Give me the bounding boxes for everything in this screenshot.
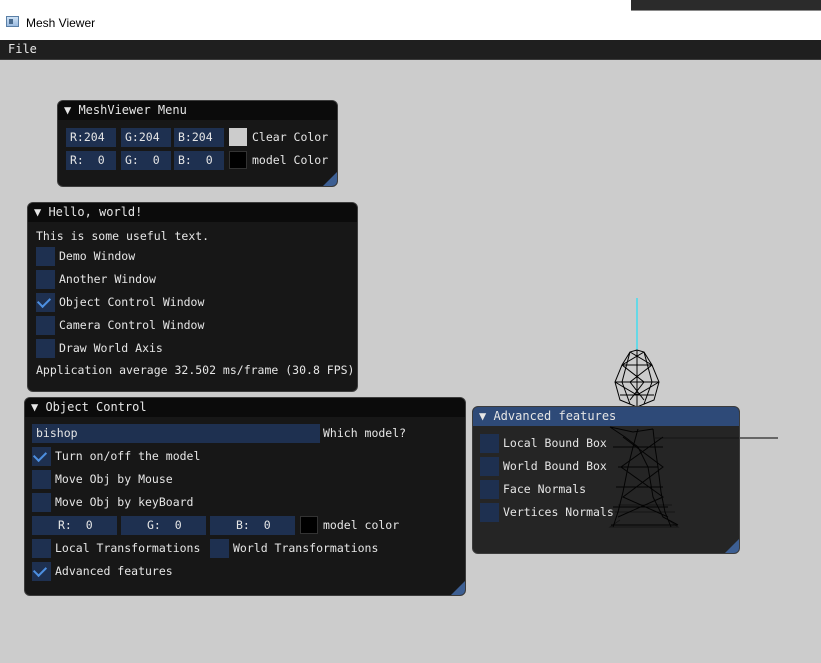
clear-color-g[interactable]: G:204 <box>121 128 171 147</box>
mesh-behind-window <box>609 426 679 528</box>
model-name-input[interactable]: bishop <box>32 424 320 443</box>
world-transform-checkbox[interactable] <box>210 539 229 558</box>
demo-window-label: Demo Window <box>59 249 136 263</box>
world-bound-box-checkbox[interactable] <box>480 457 499 476</box>
model-color-label-obj: model color <box>323 518 400 532</box>
hello-world-title[interactable]: ▼ Hello, world! <box>28 203 357 222</box>
resize-grip[interactable] <box>451 581 465 595</box>
fps-status: Application average 32.502 ms/frame (30.… <box>36 363 355 377</box>
face-normals-checkbox[interactable] <box>480 480 499 499</box>
clear-color-r[interactable]: R:204 <box>66 128 116 147</box>
model-color-label: model Color <box>252 153 329 167</box>
model-color-r-field[interactable]: R: 0 <box>32 516 117 535</box>
hello-world-window[interactable]: ▼ Hello, world! This is some useful text… <box>27 202 358 392</box>
model-color-r[interactable]: R: 0 <box>66 151 116 170</box>
advanced-features-checkbox[interactable] <box>32 562 51 581</box>
model-color-g[interactable]: G: 0 <box>121 151 171 170</box>
camera-control-window-checkbox[interactable] <box>36 316 55 335</box>
world-transform-label: World Transformations <box>233 541 379 555</box>
model-color-swatch[interactable] <box>229 151 247 169</box>
model-color-b-field[interactable]: B: 0 <box>210 516 295 535</box>
local-transform-label: Local Transformations <box>55 541 201 555</box>
object-control-title[interactable]: ▼ Object Control <box>25 398 465 417</box>
move-mouse-label: Move Obj by Mouse <box>55 472 173 486</box>
clear-color-label: Clear Color <box>252 130 329 144</box>
demo-window-checkbox[interactable] <box>36 247 55 266</box>
local-bound-box-label: Local Bound Box <box>503 436 607 450</box>
vertices-normals-label: Vertices Normals <box>503 505 614 519</box>
move-mouse-checkbox[interactable] <box>32 470 51 489</box>
resize-grip[interactable] <box>323 172 337 186</box>
another-window-label: Another Window <box>59 272 156 286</box>
draw-world-axis-label: Draw World Axis <box>59 341 163 355</box>
model-color-b[interactable]: B: 0 <box>174 151 224 170</box>
clear-color-b[interactable]: B:204 <box>174 128 224 147</box>
useful-text: This is some useful text. <box>36 229 210 243</box>
object-control-window-checkbox[interactable] <box>36 293 55 312</box>
face-normals-label: Face Normals <box>503 482 587 496</box>
world-bound-box-label: World Bound Box <box>503 459 607 473</box>
local-bound-box-checkbox[interactable] <box>480 434 499 453</box>
meshviewer-menu-title[interactable]: ▼ MeshViewer Menu <box>58 101 337 120</box>
turn-on-off-checkbox[interactable] <box>32 447 51 466</box>
clear-color-swatch[interactable] <box>229 128 247 146</box>
draw-world-axis-checkbox[interactable] <box>36 339 55 358</box>
local-transform-checkbox[interactable] <box>32 539 51 558</box>
vertices-normals-checkbox[interactable] <box>480 503 499 522</box>
camera-control-window-label: Camera Control Window <box>59 318 205 332</box>
turn-on-off-label: Turn on/off the model <box>55 449 201 463</box>
another-window-checkbox[interactable] <box>36 270 55 289</box>
advanced-features-window[interactable]: ▼ Advanced features Local Bound Box Worl… <box>472 406 740 554</box>
object-control-window[interactable]: ▼ Object Control bishop Which model? Tur… <box>24 397 466 596</box>
move-keyboard-label: Move Obj by keyBoard <box>55 495 194 509</box>
model-name-label: Which model? <box>323 426 407 440</box>
model-color-g-field[interactable]: G: 0 <box>121 516 206 535</box>
move-keyboard-checkbox[interactable] <box>32 493 51 512</box>
meshviewer-menu-window[interactable]: ▼ MeshViewer Menu R:204 G:204 B:204 Clea… <box>57 100 338 187</box>
object-control-window-label: Object Control Window <box>59 295 205 309</box>
model-color-swatch-obj[interactable] <box>300 516 318 534</box>
advanced-features-label: Advanced features <box>55 564 173 578</box>
resize-grip[interactable] <box>725 539 739 553</box>
